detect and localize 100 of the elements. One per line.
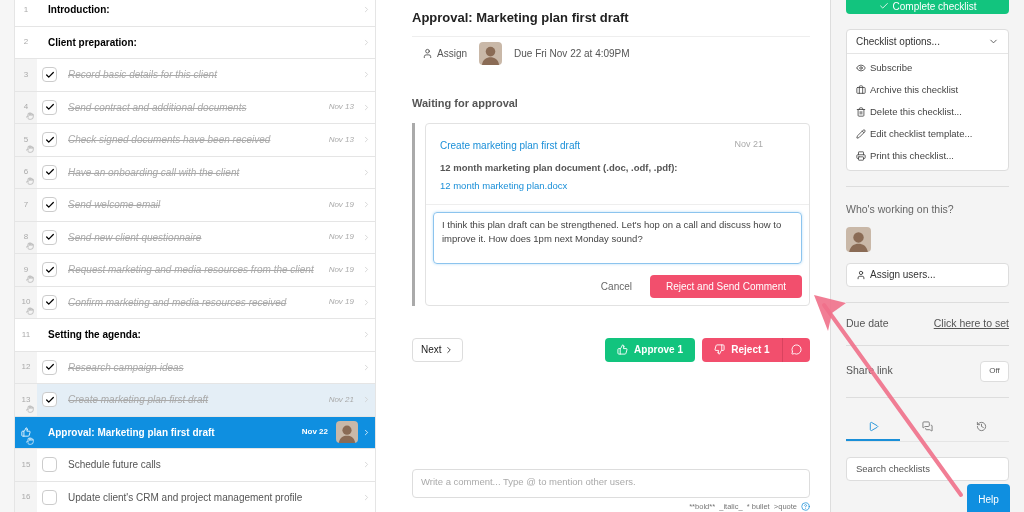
reject-button[interactable]: Reject 1 <box>702 337 782 362</box>
checklist-row[interactable]: 11 Setting the agenda: <box>15 319 375 352</box>
menu-item[interactable]: Print this checklist... <box>847 145 1008 167</box>
row-number: 13 <box>21 393 31 406</box>
file-link[interactable]: 12 month marketing plan.docx <box>440 179 795 194</box>
task-checkbox[interactable] <box>42 457 57 473</box>
checklist-row[interactable]: 15 Schedule future calls <box>15 449 375 482</box>
comment-field[interactable]: I think this plan draft can be strengthened. Let's hop on a call and discuss how to improve it. How does 1pm next Monday sound? <box>433 211 802 264</box>
card-date: Nov 21 <box>734 138 763 151</box>
row-number: 8 <box>23 231 29 244</box>
row-number: 2 <box>23 36 29 49</box>
due-date-link[interactable]: Click here to set <box>933 315 1009 332</box>
chevron-right-icon <box>362 232 371 242</box>
row-number: 11 <box>21 328 31 341</box>
thumbs-down-icon <box>714 344 726 355</box>
row-number: 6 <box>23 166 29 179</box>
check-icon <box>44 199 55 210</box>
task-title: Client preparation: <box>48 35 138 50</box>
task-title: Confirm marketing and media resources received <box>68 295 288 310</box>
task-title: Record basic details for this client <box>68 68 219 83</box>
checklist-row[interactable]: 2 Client preparation: <box>15 26 375 59</box>
menu-item[interactable]: Archive this checklist <box>847 79 1008 101</box>
assign-users-button[interactable]: Assign users... <box>846 262 1009 287</box>
cancel-button[interactable]: Cancel <box>600 278 632 294</box>
task-checkbox[interactable] <box>42 229 57 245</box>
row-number: 12 <box>21 361 31 374</box>
check-icon <box>878 1 889 11</box>
options-dropdown[interactable]: Checklist options... Subscribe Archive this checklist Delete this checklist... Edit checklist template... Print this checklist... <box>846 29 1009 171</box>
check-icon <box>44 297 55 308</box>
check-icon <box>44 102 55 113</box>
chevron-right-icon <box>362 70 371 80</box>
task-title: Create marketing plan first draft <box>68 393 210 408</box>
avatar <box>846 226 871 252</box>
task-title: Update client's CRM and project management profile <box>68 490 304 505</box>
task-title: Research campaign ideas <box>68 360 185 375</box>
chevron-right-icon <box>362 5 371 15</box>
row-number: 4 <box>23 101 29 114</box>
thumbs-up-icon <box>617 344 629 355</box>
task-checkbox[interactable] <box>42 489 57 505</box>
checklist-row[interactable]: 1 Introduction: <box>15 0 375 27</box>
chevron-right-icon <box>362 37 371 47</box>
chevron-right-icon <box>362 427 371 437</box>
pencil-icon <box>856 129 866 139</box>
dropdown-label: Checklist options... <box>856 35 940 49</box>
chevron-right-icon <box>362 102 371 112</box>
task-checkbox[interactable] <box>42 99 57 115</box>
comment-input[interactable]: Write a comment... Type @ to mention other users. <box>412 468 810 498</box>
due-date: Nov 19 <box>328 263 354 276</box>
task-checkbox[interactable] <box>42 359 57 375</box>
hand-icon <box>26 144 34 153</box>
hand-icon <box>26 274 34 283</box>
chevron-right-icon <box>362 330 371 340</box>
task-title: Introduction: <box>48 3 111 18</box>
checklist-row[interactable]: 16 Update client's CRM and project management profile <box>15 481 375 512</box>
menu-item[interactable]: Subscribe <box>847 57 1008 79</box>
avatar <box>479 41 502 65</box>
task-checkbox[interactable] <box>42 262 57 278</box>
briefcase-icon <box>856 85 866 95</box>
share-toggle[interactable]: Off <box>980 360 1009 382</box>
hand-icon <box>26 307 34 315</box>
due-date: Nov 19 <box>328 198 354 211</box>
search-field[interactable]: Search checklists <box>846 456 1009 481</box>
check-icon <box>44 362 55 373</box>
task-link[interactable]: Create marketing plan first draft <box>440 138 581 153</box>
thumbs-up-icon <box>21 427 31 438</box>
chevron-right-icon <box>362 135 371 145</box>
task-checkbox[interactable] <box>42 132 57 148</box>
chevron-right-icon <box>362 167 371 177</box>
reject-send-button[interactable]: Reject and Send Comment <box>650 274 802 298</box>
task-title: Have an onboarding call with the client <box>68 165 241 180</box>
check-icon <box>44 69 55 80</box>
chevron-right-icon <box>362 395 371 405</box>
row-number: 16 <box>21 491 31 504</box>
comment-button[interactable] <box>782 337 810 362</box>
next-button[interactable]: Next <box>412 337 463 362</box>
due-date: Nov 19 <box>328 231 354 244</box>
checklist-row[interactable]: Approval: Marketing plan first draft Nov 22 <box>15 416 375 449</box>
menu-item[interactable]: Edit checklist template... <box>847 123 1008 145</box>
history-icon <box>976 420 988 432</box>
hand-icon <box>26 437 34 445</box>
task-checkbox[interactable] <box>42 67 57 83</box>
due-date: Nov 22 <box>301 426 328 439</box>
task-checkbox[interactable] <box>42 294 57 310</box>
section-label: Who's working on this? <box>846 202 955 217</box>
section-heading: Waiting for approval <box>412 95 519 111</box>
task-checkbox[interactable] <box>42 392 57 408</box>
assign-button[interactable]: Assign <box>422 45 467 61</box>
chat-bubbles-icon <box>922 420 933 432</box>
chevron-right-icon <box>362 492 371 502</box>
help-button[interactable]: Help <box>967 484 1010 512</box>
check-icon <box>44 134 55 145</box>
task-title: Schedule future calls <box>68 458 162 473</box>
row-number: 9 <box>23 263 29 276</box>
hand-icon <box>26 242 34 250</box>
hand-icon <box>26 112 34 120</box>
task-checkbox[interactable] <box>42 197 57 213</box>
row-number: 10 <box>21 296 31 309</box>
printer-icon <box>856 151 866 161</box>
task-checkbox[interactable] <box>42 164 57 180</box>
menu-item[interactable]: Delete this checklist... <box>847 101 1008 123</box>
